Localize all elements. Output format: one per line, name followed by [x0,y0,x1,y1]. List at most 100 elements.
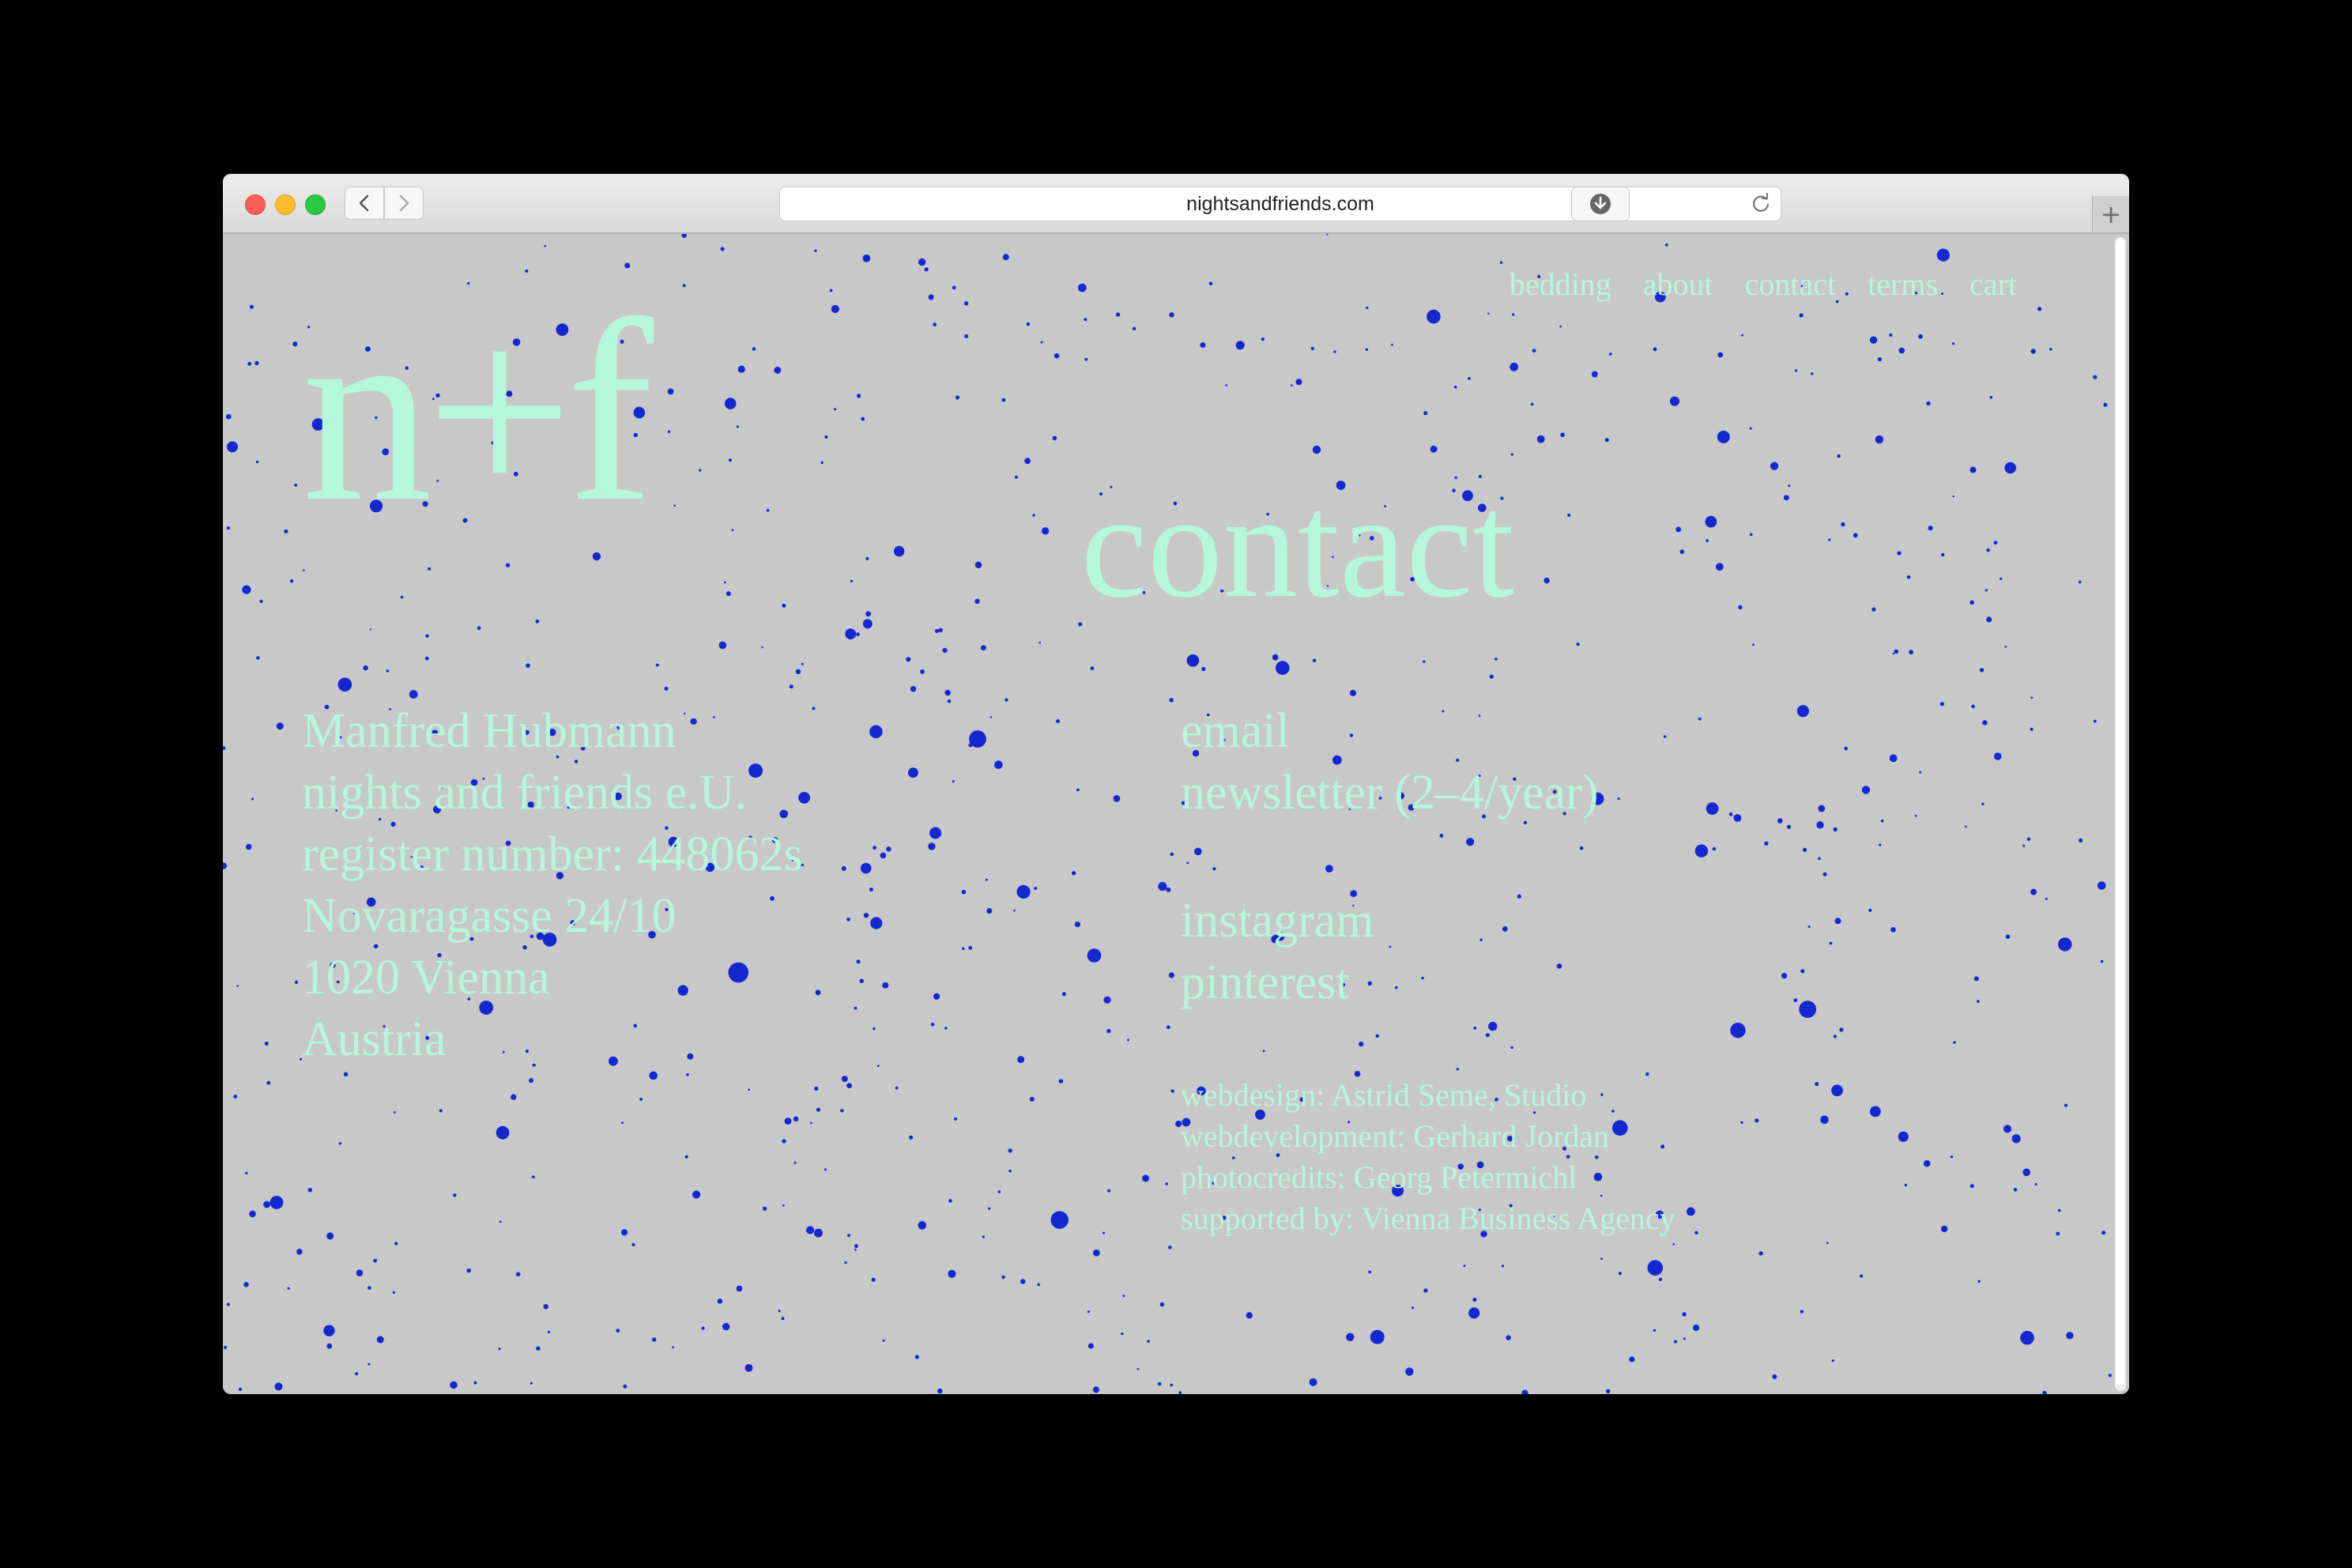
speckle-dot [994,760,1003,769]
speckle-dot [1750,533,1753,536]
speckle-dot [1235,341,1245,350]
speckle-dot [1510,1046,1513,1050]
speckle-dot [2026,837,2031,841]
reload-icon[interactable] [1749,192,1773,216]
speckle-dot [1246,1312,1253,1319]
speckle-dot [1487,312,1490,315]
speckle-dot [296,1249,303,1255]
credit-line[interactable]: webdevelopment: Gerhard Jordan [1181,1116,1675,1157]
speckle-dot [784,1118,792,1125]
speckle-dot [862,619,873,629]
nav-contact[interactable]: contact [1745,266,1837,303]
speckle-dot [1087,948,1102,963]
speckle-dot [233,1095,238,1099]
speckle-dot [681,234,687,238]
speckle-dot [824,435,828,439]
speckle-dot [782,1139,786,1144]
speckle-dot [245,1171,248,1174]
speckle-dot [1225,384,1228,386]
speckle-dot [226,526,231,530]
credit-line[interactable]: photocredits: Georg Petermichl [1181,1157,1675,1198]
forward-button[interactable] [384,187,424,220]
speckle-dot [1909,650,1914,655]
minimize-window-button[interactable] [275,194,296,215]
speckle-dot [1653,347,1657,352]
speckle-dot [1833,827,1838,832]
back-button[interactable] [345,187,384,220]
credits-block: webdesign: Astrid Seme, Studio webdevelo… [1181,1075,1675,1239]
speckle-dot [266,1080,271,1085]
new-tab-button[interactable]: + [2092,196,2129,232]
speckle-dot [1897,551,1902,556]
download-button[interactable] [1571,187,1630,221]
speckle-dot [930,1023,935,1027]
speckle-dot [1950,1155,1954,1159]
speckle-dot [1536,435,1545,443]
page-title: contact [1080,463,1515,629]
speckle-dot [766,508,770,512]
speckle-dot [1717,430,1730,443]
speckle-dot [544,245,546,247]
speckle-dot [1333,350,1336,353]
speckle-dot [1291,384,1293,386]
speckle-dot [667,388,674,395]
speckle-dot [1663,735,1667,738]
instagram-link[interactable]: instagram [1181,890,1598,952]
speckle-dot [724,581,726,584]
speckle-dot [737,365,745,373]
speckle-dot [2013,1188,2018,1192]
speckle-dot [752,347,756,351]
speckle-dot [284,529,288,533]
nav-bedding[interactable]: bedding [1510,266,1611,303]
speckle-dot [307,1188,312,1193]
speckle-dot [338,1142,342,1145]
speckle-dot [736,1285,743,1292]
speckle-dot [1295,379,1302,386]
speckle-dot [778,1310,781,1313]
maximize-window-button[interactable] [305,194,326,215]
speckle-dot [929,827,942,839]
speckle-dot [909,1135,914,1140]
speckle-dot [1715,563,1724,571]
nav-cart[interactable]: cart [1969,266,2017,303]
speckle-dot [1121,1332,1124,1336]
speckle-dot [1001,1275,1005,1280]
speckle-dot [841,1076,848,1083]
speckle-dot [1705,515,1717,528]
speckle-dot [1113,795,1121,802]
speckle-dot [869,888,873,891]
close-window-button[interactable] [245,194,266,215]
email-link[interactable]: email [1181,700,1598,762]
speckle-dot [924,267,929,272]
speckle-dot [1870,1106,1881,1118]
nav-terms[interactable]: terms [1868,266,1938,303]
speckle-dot [368,1363,371,1366]
speckle-dot [2003,1125,2012,1133]
speckle-dot [1977,1280,1981,1283]
speckle-dot [303,569,305,571]
nav-about[interactable]: about [1643,266,1713,303]
scrollbar-thumb[interactable] [2116,239,2124,1385]
speckle-dot [2000,577,2003,580]
speckle-dot [1026,322,1031,326]
speckle-dot [1871,607,1876,612]
newsletter-link[interactable]: newsletter (2–4/year) [1181,762,1598,824]
address-bar[interactable]: nightsandfriends.com [779,187,1781,221]
speckle-dot [729,458,732,462]
speckle-dot [247,362,252,366]
speckle-dot [963,301,969,306]
speckle-dot [1683,1337,1686,1340]
credit-line[interactable]: webdesign: Astrid Seme, Studio [1181,1075,1675,1116]
pinterest-link[interactable]: pinterest [1181,952,1598,1013]
speckle-dot [997,1190,1001,1193]
speckle-dot [535,619,540,624]
speckle-dot [1833,1035,1837,1038]
speckle-dot [276,722,284,730]
credit-line[interactable]: supported by: Vienna Business Agency [1181,1198,1675,1239]
speckle-dot [1349,689,1357,697]
speckle-dot [274,1382,283,1391]
site-logo[interactable]: n+f [302,281,654,542]
speckle-dot [1674,1340,1678,1344]
speckle-dot [847,1234,850,1238]
scrollbar[interactable] [2115,237,2126,1391]
